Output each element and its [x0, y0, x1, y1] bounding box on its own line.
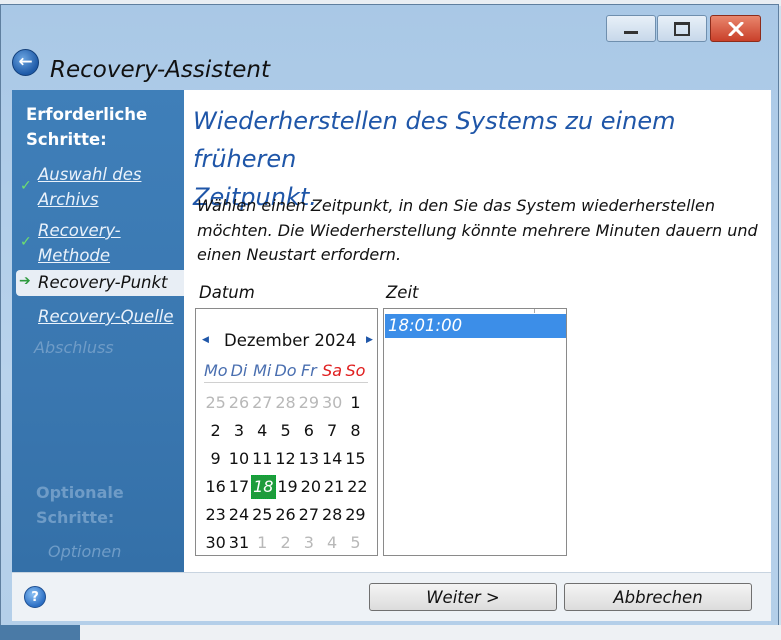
calendar-month-label: Dezember 2024	[224, 331, 357, 350]
back-button[interactable]: ←	[12, 49, 39, 76]
calendar-day[interactable]: 1	[344, 392, 367, 414]
cancel-button[interactable]: Abbrechen	[564, 583, 752, 611]
calendar-week-row: 25 26 27 28 29 30 1	[204, 389, 369, 417]
time-label: Zeit	[386, 283, 419, 302]
check-icon: ✓	[20, 234, 32, 250]
calendar-day[interactable]: 27	[297, 504, 320, 526]
calendar-day: 30	[321, 393, 343, 412]
calendar-day[interactable]: 25	[251, 504, 274, 526]
calendar-day[interactable]: 21	[322, 476, 345, 498]
calendar-day: 4	[327, 533, 338, 552]
calendar-day[interactable]: 24	[227, 504, 250, 526]
weekday-label: Di	[230, 361, 248, 380]
weekday-label: Mi	[253, 361, 272, 380]
sidebar-item-options: Optionen	[48, 542, 122, 561]
calendar-day[interactable]: 14	[320, 448, 343, 470]
weekday-label: Sa	[322, 361, 343, 380]
minimize-icon	[624, 31, 638, 34]
calendar-day[interactable]: 4	[251, 420, 274, 442]
calendar-day[interactable]: 20	[299, 476, 322, 498]
current-step-arrow-icon: ➔	[19, 273, 31, 289]
sidebar-item-finish: Abschluss	[34, 338, 114, 357]
calendar-day[interactable]: 6	[297, 420, 320, 442]
window-title: Recovery-Assistent	[50, 57, 270, 83]
calendar-day[interactable]: 31	[227, 532, 250, 554]
next-month-arrow-icon[interactable]: ▶	[366, 335, 373, 345]
calendar-day[interactable]: 2	[204, 420, 227, 442]
date-calendar[interactable]: ◀ Dezember 2024 ▶ Mo Di Mi Do Fr Sa So 25 26 27 28…	[195, 308, 378, 556]
check-icon: ✓	[20, 178, 32, 194]
time-list-header	[534, 309, 567, 313]
minimize-button[interactable]	[606, 15, 656, 42]
calendar-day[interactable]: 28	[320, 504, 343, 526]
recovery-wizard-window: ← Recovery-Assistent Erforderliche Schri…	[0, 4, 779, 626]
previous-month-arrow-icon[interactable]: ◀	[202, 335, 209, 345]
time-list-item[interactable]: 18:01:00	[385, 314, 566, 338]
calendar-day[interactable]: 5	[274, 420, 297, 442]
help-icon[interactable]: ?	[24, 586, 46, 608]
calendar-day: 29	[298, 393, 320, 412]
weekday-label: Mo	[204, 361, 228, 380]
calendar-week-row: 30 31 1 2 3 4 5	[204, 529, 369, 557]
back-arrow-icon: ←	[18, 52, 33, 72]
calendar-day[interactable]: 7	[320, 420, 343, 442]
calendar-day[interactable]: 12	[274, 448, 297, 470]
time-list[interactable]: 18:01:00	[383, 308, 567, 556]
calendar-day[interactable]: 9	[204, 448, 227, 470]
maximize-icon	[674, 21, 690, 36]
calendar-day[interactable]: 26	[274, 504, 297, 526]
calendar-day-selected[interactable]: 18	[250, 475, 276, 499]
calendar-day[interactable]: 30	[204, 532, 227, 554]
weekday-label: Fr	[300, 361, 317, 380]
sidebar-item-recovery-method[interactable]: Recovery- Methode	[38, 218, 121, 268]
instructions-text: Wählen einen Zeitpunkt, in den Sie das S…	[197, 196, 758, 264]
calendar-day[interactable]: 17	[227, 476, 250, 498]
calendar-day: 2	[280, 533, 291, 552]
taskbar-strip	[0, 625, 781, 640]
calendar-day: 1	[257, 533, 268, 552]
sidebar-item-recovery-point[interactable]: ➔ Recovery-Punkt	[16, 270, 184, 296]
calendar-week-row: 16 17 18 19 20 21 22	[204, 473, 369, 501]
date-label: Datum	[199, 283, 255, 302]
calendar-day: 28	[275, 393, 296, 412]
calendar-week-row: 2345678	[204, 417, 369, 445]
wizard-footer: ? Weiter > Abbrechen	[12, 572, 771, 621]
calendar-grid: Mo Di Mi Do Fr Sa So 25 26 27 28 29 30 1 2 3 4 5 6 7 8 9 10 11 1…	[204, 357, 369, 557]
steps-sidebar: Erforderliche Schritte: ✓ Auswahl des Ar…	[12, 90, 184, 572]
calendar-week-row: 9 10 11 12 13 14 15	[204, 445, 369, 473]
calendar-day[interactable]: 3	[227, 420, 250, 442]
close-icon	[728, 21, 743, 36]
main-content: Wiederherstellen des Systems zu einem fr…	[184, 90, 771, 572]
calendar-day[interactable]: 22	[346, 476, 369, 498]
calendar-day[interactable]: 10	[227, 448, 250, 470]
required-steps-heading: Erforderliche Schritte:	[26, 105, 148, 149]
calendar-day[interactable]: 16	[204, 476, 227, 498]
calendar-day[interactable]: 23	[204, 504, 227, 526]
sidebar-item-archive-selection[interactable]: Auswahl des Archivs	[38, 162, 141, 212]
calendar-day[interactable]: 13	[297, 448, 320, 470]
next-button[interactable]: Weiter >	[369, 583, 557, 611]
weekday-label: Do	[274, 361, 297, 380]
calendar-day[interactable]: 19	[276, 476, 299, 498]
calendar-day: 25	[205, 393, 226, 412]
calendar-day: 5	[350, 533, 361, 552]
calendar-day[interactable]: 11	[251, 448, 274, 470]
calendar-day: 26	[228, 393, 250, 412]
calendar-day: 3	[303, 533, 314, 552]
weekday-header-row: Mo Di Mi Do Fr Sa So	[204, 357, 369, 385]
sidebar-item-recovery-source[interactable]: Recovery-Quelle	[38, 304, 174, 329]
optional-steps-heading: Optionale Schritte:	[36, 483, 124, 527]
calendar-day[interactable]: 8	[344, 420, 367, 442]
calendar-day[interactable]: 15	[344, 448, 367, 470]
calendar-day[interactable]: 29	[344, 504, 367, 526]
weekday-label: So	[345, 361, 366, 380]
close-button[interactable]	[710, 15, 761, 42]
maximize-button[interactable]	[657, 15, 707, 42]
calendar-week-row: 23 24 25 26 27 28 29	[204, 501, 369, 529]
calendar-day: 27	[252, 393, 273, 412]
